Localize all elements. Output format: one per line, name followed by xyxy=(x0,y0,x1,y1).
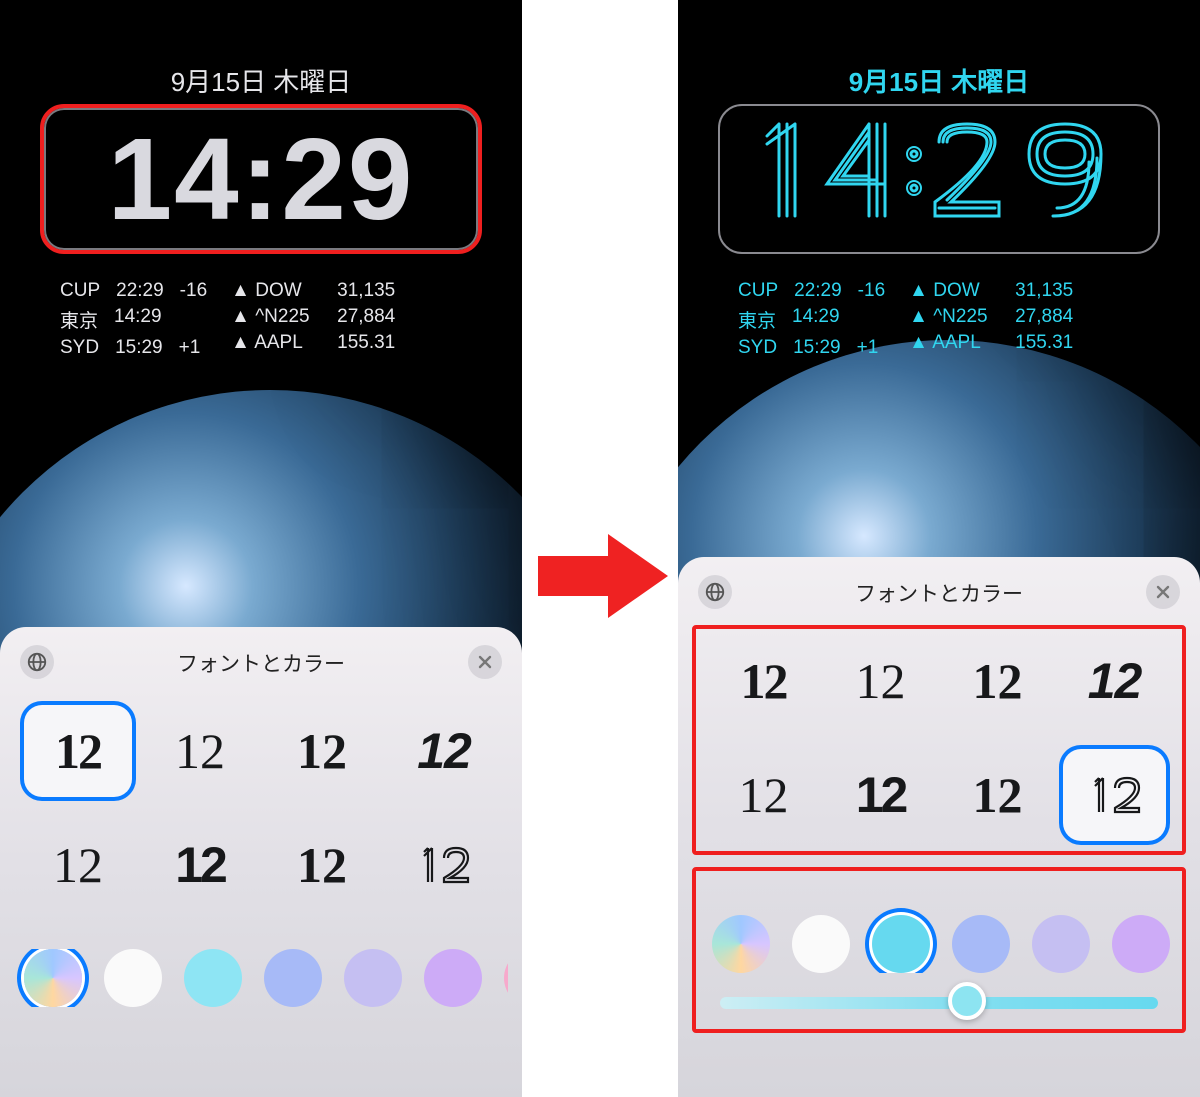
world-clock-city: CUP xyxy=(60,280,100,302)
clock-time-value xyxy=(739,110,1139,248)
phone-screenshot-after: 9月15日 木曜日 xyxy=(678,0,1200,1097)
stock-symbol: ▲ DOW xyxy=(231,280,321,302)
color-swatch[interactable] xyxy=(712,915,770,973)
world-clock-city: SYD xyxy=(738,337,777,359)
color-swatch[interactable] xyxy=(424,949,482,1007)
font-option[interactable]: 12 xyxy=(946,635,1049,727)
font-options-grid: 12 12 12 12 12 12 12 xyxy=(702,635,1176,841)
slider-thumb[interactable] xyxy=(948,982,986,1020)
globe-icon xyxy=(704,581,726,603)
numerals-globe-button[interactable] xyxy=(20,645,54,679)
color-swatch[interactable] xyxy=(1032,915,1090,973)
stock-symbol: ▲ AAPL xyxy=(231,332,321,354)
font-option[interactable]: 12 xyxy=(829,635,932,727)
lockscreen-clock[interactable]: 14:29 xyxy=(40,104,482,254)
clock-time-value: 14:29 xyxy=(108,121,415,237)
stock-symbol: ▲ ^N225 xyxy=(909,306,999,328)
font-option[interactable]: 12 xyxy=(946,749,1049,841)
color-swatch[interactable] xyxy=(264,949,322,1007)
color-swatch[interactable] xyxy=(792,915,850,973)
transition-arrow-icon xyxy=(538,528,668,624)
color-swatch[interactable] xyxy=(24,949,82,1007)
globe-icon xyxy=(26,651,48,673)
tone-slider[interactable] xyxy=(702,997,1176,1009)
font-option[interactable]: 12 xyxy=(146,819,254,911)
color-options-row xyxy=(702,893,1176,973)
font-options-grid: 12 12 12 12 12 12 12 xyxy=(14,705,508,911)
font-option[interactable]: 12 xyxy=(1063,635,1166,727)
font-option[interactable]: 12 xyxy=(146,705,254,797)
color-swatch[interactable] xyxy=(344,949,402,1007)
lockscreen-date[interactable]: 9月15日 木曜日 xyxy=(0,62,522,99)
font-option[interactable]: 12 xyxy=(24,705,132,797)
font-option[interactable]: 12 xyxy=(712,635,815,727)
font-option[interactable]: 12 xyxy=(390,705,498,797)
highlight-font-area: 12 12 12 12 12 12 12 xyxy=(692,625,1186,855)
lockscreen-clock[interactable] xyxy=(718,104,1160,254)
font-option[interactable] xyxy=(390,819,498,911)
font-color-sheet: フォントとカラー 12 12 12 12 12 12 12 xyxy=(0,627,522,1097)
lockscreen-date[interactable]: 9月15日 木曜日 xyxy=(678,62,1200,99)
lockscreen-widgets[interactable]: CUP22:29-16 東京14:29 SYD15:29+1 ▲ DOW31,1… xyxy=(60,280,462,359)
color-swatch[interactable] xyxy=(504,949,508,1007)
stock-symbol: ▲ DOW xyxy=(909,280,999,302)
stock-symbol: ▲ AAPL xyxy=(909,332,999,354)
highlight-color-area xyxy=(692,867,1186,1033)
lockscreen-widgets[interactable]: CUP22:29-16 東京14:29 SYD15:29+1 ▲ DOW31,1… xyxy=(738,280,1140,359)
color-swatch[interactable] xyxy=(104,949,162,1007)
close-button[interactable] xyxy=(1146,575,1180,609)
sheet-title: フォントとカラー xyxy=(855,578,1023,608)
world-clock-city: 東京 xyxy=(738,306,776,333)
color-swatch[interactable] xyxy=(872,915,930,973)
color-swatch[interactable] xyxy=(952,915,1010,973)
font-option[interactable] xyxy=(1063,749,1166,841)
font-option[interactable]: 12 xyxy=(712,749,815,841)
close-icon xyxy=(477,654,493,670)
sheet-title: フォントとカラー xyxy=(177,648,345,678)
world-clock-city: CUP xyxy=(738,280,778,302)
font-option[interactable]: 12 xyxy=(268,705,376,797)
stock-symbol: ▲ ^N225 xyxy=(231,306,321,328)
numerals-globe-button[interactable] xyxy=(698,575,732,609)
color-swatch[interactable] xyxy=(184,949,242,1007)
close-button[interactable] xyxy=(468,645,502,679)
color-swatch[interactable] xyxy=(1112,915,1170,973)
close-icon xyxy=(1155,584,1171,600)
font-option[interactable]: 12 xyxy=(268,819,376,911)
color-options-row xyxy=(14,949,508,1007)
font-color-sheet: フォントとカラー 12 12 12 12 12 12 12 xyxy=(678,557,1200,1097)
phone-screenshot-before: 9月15日 木曜日 14:29 CUP22:29-16 東京14:29 SYD1… xyxy=(0,0,522,1097)
world-clock-city: SYD xyxy=(60,337,99,359)
font-option[interactable]: 12 xyxy=(829,749,932,841)
world-clock-city: 東京 xyxy=(60,306,98,333)
font-option[interactable]: 12 xyxy=(24,819,132,911)
